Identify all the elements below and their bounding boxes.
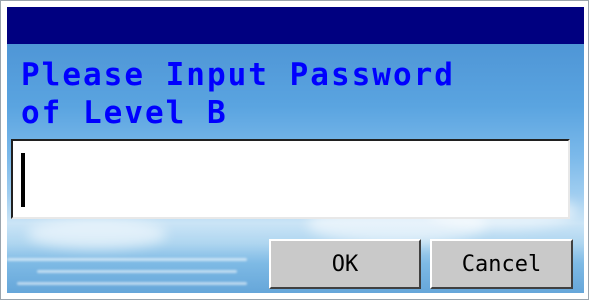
password-input[interactable]	[11, 139, 570, 219]
background-cloud	[27, 219, 167, 249]
dialog-titlebar[interactable]	[7, 7, 584, 44]
text-caret	[21, 153, 25, 207]
prompt-line-1: Please Input Password	[21, 57, 455, 93]
ok-button[interactable]: OK	[269, 239, 421, 289]
ok-button-label: OK	[331, 251, 359, 277]
background-streak	[17, 282, 247, 285]
background-streak	[7, 258, 247, 261]
prompt-line-2: of Level B	[21, 95, 228, 131]
password-prompt: Please Input Password of Level B	[21, 56, 581, 132]
password-dialog: Please Input Password of Level B OK Canc…	[0, 0, 589, 300]
background-streak	[37, 270, 237, 273]
cancel-button[interactable]: Cancel	[430, 239, 573, 289]
cancel-button-label: Cancel	[461, 251, 542, 277]
